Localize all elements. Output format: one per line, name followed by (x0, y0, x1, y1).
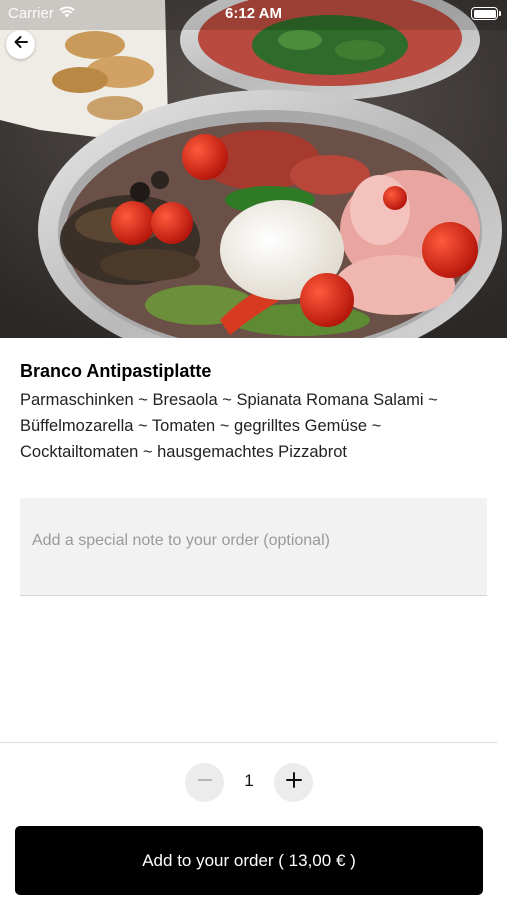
status-time: 6:12 AM (225, 5, 282, 22)
status-bar: Carrier 6:12 AM (0, 0, 507, 28)
increase-quantity-button[interactable] (274, 763, 313, 802)
footer-divider (0, 742, 497, 743)
decrease-quantity-button[interactable] (185, 763, 224, 802)
arrow-left-icon (13, 34, 29, 55)
plus-icon (285, 771, 303, 794)
minus-icon (197, 772, 213, 793)
special-note-input[interactable] (20, 498, 487, 596)
quantity-value: 1 (244, 771, 254, 790)
quantity-stepper: 1 (185, 763, 313, 803)
add-to-order-button[interactable]: Add to your order ( 13,00 € ) (15, 826, 483, 895)
product-title: Branco Antipastiplatte (20, 361, 212, 381)
add-to-order-label: Add to your order ( 13,00 € ) (142, 850, 356, 870)
product-description: Parmaschinken ~ Bresaola ~ Spianata Roma… (20, 391, 438, 461)
product-detail-screen: Carrier 6:12 AM Branco Antipastiplatte P… (0, 0, 507, 900)
battery-icon (471, 7, 501, 20)
back-button[interactable] (6, 30, 35, 59)
product-image (0, 0, 507, 338)
